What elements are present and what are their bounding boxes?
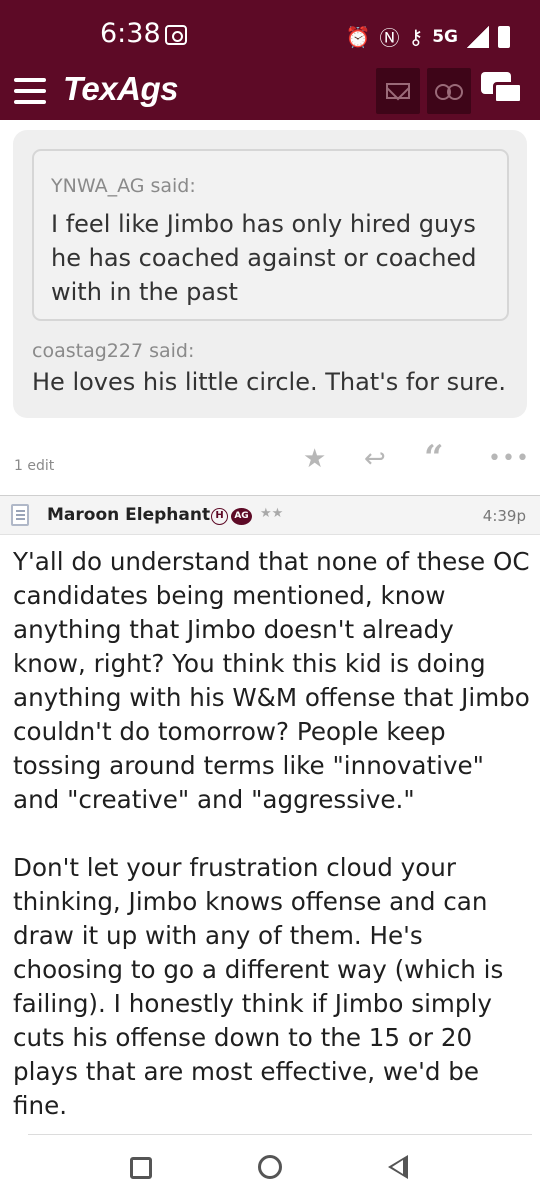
edit-count[interactable]: 1 edit: [14, 458, 54, 474]
nfc-icon: Ⓝ: [379, 26, 400, 50]
watch-button[interactable]: [427, 68, 471, 114]
quote-block: YNWA_AG said: I feel like Jimbo has only…: [13, 130, 527, 418]
rating-stars: ★★: [260, 506, 284, 521]
recents-icon[interactable]: [130, 1157, 152, 1179]
h-badge: H: [211, 508, 228, 525]
battery-icon: [498, 25, 510, 48]
messages-button[interactable]: [376, 68, 420, 114]
quote-author[interactable]: YNWA_AG said:: [51, 175, 196, 197]
menu-icon[interactable]: [14, 78, 46, 104]
app-header-area: 6:38 ⏰ Ⓝ ⚷ 5G TexAgs: [0, 0, 540, 120]
post-time[interactable]: 4:39p: [483, 507, 526, 525]
signal-icon: [467, 25, 489, 48]
ag-badge: AG: [231, 508, 252, 525]
site-header: TexAgs: [0, 62, 540, 120]
status-bar: 6:38 ⏰ Ⓝ ⚷ 5G: [0, 0, 540, 62]
reply-icon[interactable]: ↩: [364, 444, 386, 474]
document-icon: [11, 504, 29, 526]
quote-icon[interactable]: “: [424, 438, 444, 478]
home-icon[interactable]: [258, 1155, 282, 1179]
post-paragraph: Don't let your frustration cloud your th…: [13, 853, 504, 1120]
post-header: Maroon Elephant H AG ★★ 4:39p: [0, 495, 540, 535]
post-body: Y'all do understand that none of these O…: [13, 545, 533, 1157]
screenshot-icon: [165, 25, 187, 45]
star-icon[interactable]: ★: [303, 444, 326, 474]
status-time: 6:38: [100, 18, 161, 49]
back-icon[interactable]: [388, 1155, 408, 1179]
key-icon: ⚷: [408, 24, 424, 49]
quote-text: He loves his little circle. That's for s…: [32, 368, 507, 396]
site-logo[interactable]: TexAgs: [63, 70, 178, 108]
post-paragraph: Y'all do understand that none of these O…: [13, 547, 530, 814]
mail-icon: [386, 83, 410, 99]
nested-quote: YNWA_AG said: I feel like Jimbo has only…: [32, 149, 509, 321]
binoculars-icon: [435, 84, 463, 100]
post-actions: 1 edit ★ ↩ “ •••: [0, 438, 540, 480]
divider: [28, 1134, 532, 1135]
post-author[interactable]: Maroon Elephant: [47, 505, 210, 525]
network-type: 5G: [432, 26, 458, 47]
status-icons: ⏰ Ⓝ ⚷ 5G: [346, 22, 510, 51]
more-icon[interactable]: •••: [488, 446, 530, 471]
alarm-icon: ⏰: [345, 24, 371, 49]
quote-text: I feel like Jimbo has only hired guys he…: [51, 210, 477, 306]
quote-author[interactable]: coastag227 said:: [32, 340, 194, 362]
chat-icon[interactable]: [481, 72, 525, 108]
system-nav-bar: [0, 1140, 540, 1200]
